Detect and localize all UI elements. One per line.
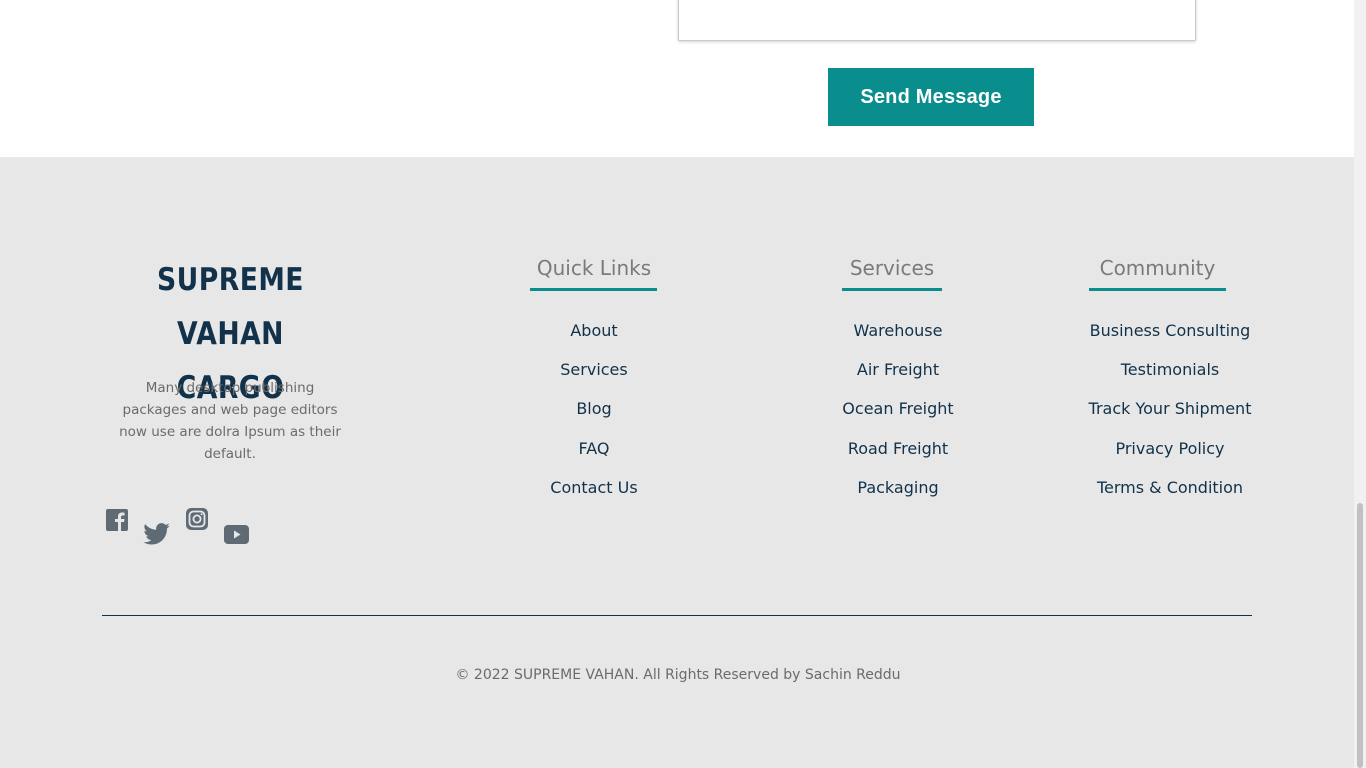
quick-links-heading: Quick Links: [536, 256, 652, 280]
footer-link-track-your-shipment[interactable]: Track Your Shipment: [1060, 399, 1280, 419]
footer-link-services[interactable]: Services: [494, 360, 694, 380]
footer-link-business-consulting[interactable]: Business Consulting: [1060, 321, 1280, 341]
facebook-icon[interactable]: [106, 509, 128, 531]
scrollbar-thumb[interactable]: [1357, 503, 1363, 768]
message-textarea[interactable]: [678, 0, 1196, 41]
footer-link-about[interactable]: About: [494, 321, 694, 341]
footer-link-air-freight[interactable]: Air Freight: [798, 360, 998, 380]
copyright-text: © 2022 SUPREME VAHAN. All Rights Reserve…: [455, 667, 901, 683]
footer-link-terms-condition[interactable]: Terms & Condition: [1060, 478, 1280, 498]
footer-link-warehouse[interactable]: Warehouse: [798, 321, 998, 341]
services-underline: [842, 288, 942, 291]
footer: SUPREME VAHAN CARGO Many desktop publish…: [0, 157, 1354, 768]
page-scrollbar[interactable]: [1354, 0, 1366, 768]
footer-description: Many desktop publishing packages and web…: [119, 380, 341, 462]
quick-links-underline: [530, 288, 657, 291]
community-underline: [1089, 288, 1226, 291]
community-heading: Community: [1099, 256, 1216, 280]
twitter-icon[interactable]: [143, 523, 170, 545]
footer-link-ocean-freight[interactable]: Ocean Freight: [798, 399, 998, 419]
page: Send Message SUPREME VAHAN CARGO Many de…: [0, 0, 1354, 768]
footer-link-road-freight[interactable]: Road Freight: [798, 439, 998, 459]
youtube-icon[interactable]: [224, 525, 249, 544]
footer-link-contact-us[interactable]: Contact Us: [494, 478, 694, 498]
services-heading: Services: [849, 256, 935, 280]
brand-line-1: SUPREME VAHAN: [157, 262, 304, 352]
footer-link-privacy-policy[interactable]: Privacy Policy: [1060, 439, 1280, 459]
footer-link-packaging[interactable]: Packaging: [798, 478, 998, 498]
instagram-icon[interactable]: [186, 508, 208, 530]
footer-link-faq[interactable]: FAQ: [494, 439, 694, 459]
contact-section: Send Message: [0, 0, 1354, 157]
footer-link-testimonials[interactable]: Testimonials: [1060, 360, 1280, 380]
send-message-button[interactable]: Send Message: [828, 68, 1034, 126]
footer-divider: [102, 615, 1252, 616]
footer-link-blog[interactable]: Blog: [494, 399, 694, 419]
